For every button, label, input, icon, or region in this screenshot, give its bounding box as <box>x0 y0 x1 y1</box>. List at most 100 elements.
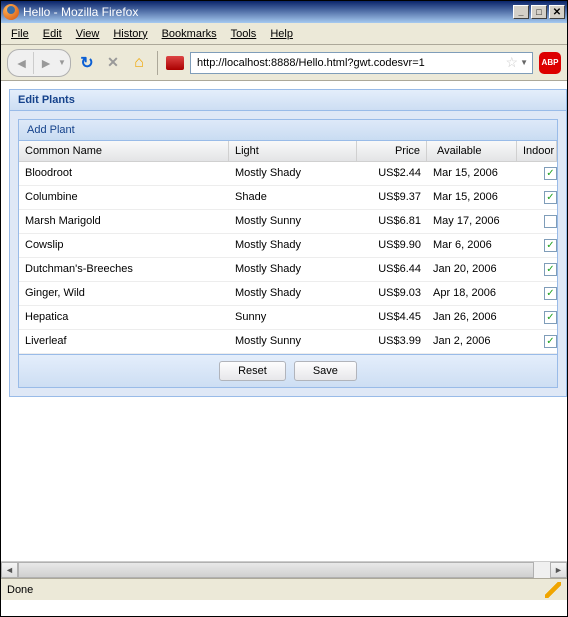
cell-name: Dutchman's-Breeches <box>19 258 229 281</box>
stop-button[interactable]: ✕ <box>103 53 123 73</box>
cell-price: US$6.81 <box>357 210 427 233</box>
nav-toolbar: ◄ ► ▼ ↻ ✕ ⌂ ☆ ▼ ABP <box>1 45 567 81</box>
cell-light: Sunny <box>229 306 357 329</box>
url-input[interactable] <box>193 57 506 69</box>
menu-edit[interactable]: Edit <box>37 26 68 42</box>
save-button[interactable]: Save <box>294 361 357 381</box>
cell-available: Jan 2, 2006 <box>427 330 517 353</box>
menu-bar: File Edit View History Bookmarks Tools H… <box>1 23 567 45</box>
cell-name: Cowslip <box>19 234 229 257</box>
cell-available: Mar 15, 2006 <box>427 186 517 209</box>
cell-available: Jan 20, 2006 <box>427 258 517 281</box>
cell-price: US$3.99 <box>357 330 427 353</box>
column-indoor[interactable]: Indoor <box>517 141 557 161</box>
cell-light: Shade <box>229 186 357 209</box>
cell-name: Columbine <box>19 186 229 209</box>
indoor-checkbox[interactable] <box>544 215 557 228</box>
status-bar: Done <box>1 578 567 600</box>
cell-indoor: ✓ <box>517 234 557 257</box>
table-row[interactable]: ColumbineShadeUS$9.37Mar 15, 2006 ✓ <box>19 186 557 210</box>
plants-grid: Add Plant Common Name Light Price Availa… <box>18 119 558 388</box>
back-button[interactable]: ◄ <box>10 52 34 74</box>
cell-name: Hepatica <box>19 306 229 329</box>
toolbar-separator <box>157 51 158 75</box>
table-row[interactable]: Dutchman's-BreechesMostly ShadyUS$6.44Ja… <box>19 258 557 282</box>
cell-indoor: ✓ <box>517 258 557 281</box>
scroll-thumb[interactable] <box>18 562 534 578</box>
column-price[interactable]: Price <box>357 141 427 161</box>
cell-light: Mostly Sunny <box>229 210 357 233</box>
menu-tools[interactable]: Tools <box>225 26 263 42</box>
cell-available: May 17, 2006 <box>427 210 517 233</box>
page-content: Edit Plants Add Plant Common Name Light … <box>1 81 567 578</box>
cell-light: Mostly Sunny <box>229 330 357 353</box>
url-bar[interactable]: ☆ ▼ <box>190 52 533 74</box>
cell-available: Mar 6, 2006 <box>427 234 517 257</box>
cell-price: US$4.45 <box>357 306 427 329</box>
window-titlebar: Hello - Mozilla Firefox _ □ ✕ <box>1 1 567 23</box>
cell-available: Jan 26, 2006 <box>427 306 517 329</box>
panel-title: Edit Plants <box>10 90 566 111</box>
indoor-checkbox[interactable]: ✓ <box>544 287 557 300</box>
close-button[interactable]: ✕ <box>549 5 565 19</box>
home-button[interactable]: ⌂ <box>129 53 149 73</box>
nav-history-dropdown[interactable]: ▼ <box>58 58 68 67</box>
cell-name: Marsh Marigold <box>19 210 229 233</box>
indoor-checkbox[interactable]: ✓ <box>544 263 557 276</box>
scroll-track[interactable] <box>18 562 550 578</box>
status-text: Done <box>7 584 545 596</box>
table-row[interactable]: CowslipMostly ShadyUS$9.90Mar 6, 2006✓ <box>19 234 557 258</box>
column-available[interactable]: Available <box>427 141 517 161</box>
indoor-checkbox[interactable]: ✓ <box>544 167 557 180</box>
menu-view[interactable]: View <box>70 26 106 42</box>
cell-name: Bloodroot <box>19 162 229 185</box>
minimize-button[interactable]: _ <box>513 5 529 19</box>
menu-help[interactable]: Help <box>264 26 299 42</box>
grid-header: Common Name Light Price Available Indoor <box>19 141 557 162</box>
cell-name: Liverleaf <box>19 330 229 353</box>
horizontal-scrollbar[interactable]: ◄ ► <box>1 561 567 578</box>
table-row[interactable]: HepaticaSunnyUS$4.45Jan 26, 2006 ✓ <box>19 306 557 330</box>
column-common-name[interactable]: Common Name <box>19 141 229 161</box>
menu-file[interactable]: File <box>5 26 35 42</box>
table-row[interactable]: BloodrootMostly ShadyUS$2.44Mar 15, 2006… <box>19 162 557 186</box>
cell-price: US$9.03 <box>357 282 427 305</box>
cell-indoor: ✓ <box>517 282 557 305</box>
cell-indoor <box>517 210 557 233</box>
cell-available: Mar 15, 2006 <box>427 162 517 185</box>
column-light[interactable]: Light <box>229 141 357 161</box>
scroll-left-button[interactable]: ◄ <box>1 562 18 578</box>
cell-indoor: ✓ <box>517 162 557 185</box>
menu-history[interactable]: History <box>107 26 153 42</box>
forward-button[interactable]: ► <box>34 52 58 74</box>
indoor-checkbox[interactable]: ✓ <box>544 335 557 348</box>
grid-body: BloodrootMostly ShadyUS$2.44Mar 15, 2006… <box>19 162 557 354</box>
table-row[interactable]: LiverleafMostly SunnyUS$3.99Jan 2, 2006 ✓ <box>19 330 557 354</box>
cell-price: US$9.37 <box>357 186 427 209</box>
firebug-icon[interactable] <box>545 582 561 598</box>
scroll-right-button[interactable]: ► <box>550 562 567 578</box>
edit-plants-panel: Edit Plants Add Plant Common Name Light … <box>9 89 567 397</box>
url-dropdown-icon[interactable]: ▼ <box>518 58 530 67</box>
table-row[interactable]: Marsh MarigoldMostly SunnyUS$6.81May 17,… <box>19 210 557 234</box>
add-plant-button[interactable]: Add Plant <box>19 120 557 141</box>
cell-available: Apr 18, 2006 <box>427 282 517 305</box>
grid-footer: Reset Save <box>19 354 557 387</box>
reset-button[interactable]: Reset <box>219 361 286 381</box>
firefox-icon <box>3 4 19 20</box>
adblock-icon[interactable]: ABP <box>539 52 561 74</box>
cell-indoor: ✓ <box>517 306 557 329</box>
indoor-checkbox[interactable]: ✓ <box>544 311 557 324</box>
menu-bookmarks[interactable]: Bookmarks <box>156 26 223 42</box>
bookmark-star-icon[interactable]: ☆ <box>506 54 519 71</box>
site-favicon <box>166 56 184 70</box>
cell-light: Mostly Shady <box>229 282 357 305</box>
cell-name: Ginger, Wild <box>19 282 229 305</box>
cell-indoor: ✓ <box>517 330 557 353</box>
maximize-button[interactable]: □ <box>531 5 547 19</box>
reload-button[interactable]: ↻ <box>77 53 97 73</box>
cell-price: US$9.90 <box>357 234 427 257</box>
table-row[interactable]: Ginger, WildMostly ShadyUS$9.03Apr 18, 2… <box>19 282 557 306</box>
indoor-checkbox[interactable]: ✓ <box>544 239 557 252</box>
indoor-checkbox[interactable]: ✓ <box>544 191 557 204</box>
